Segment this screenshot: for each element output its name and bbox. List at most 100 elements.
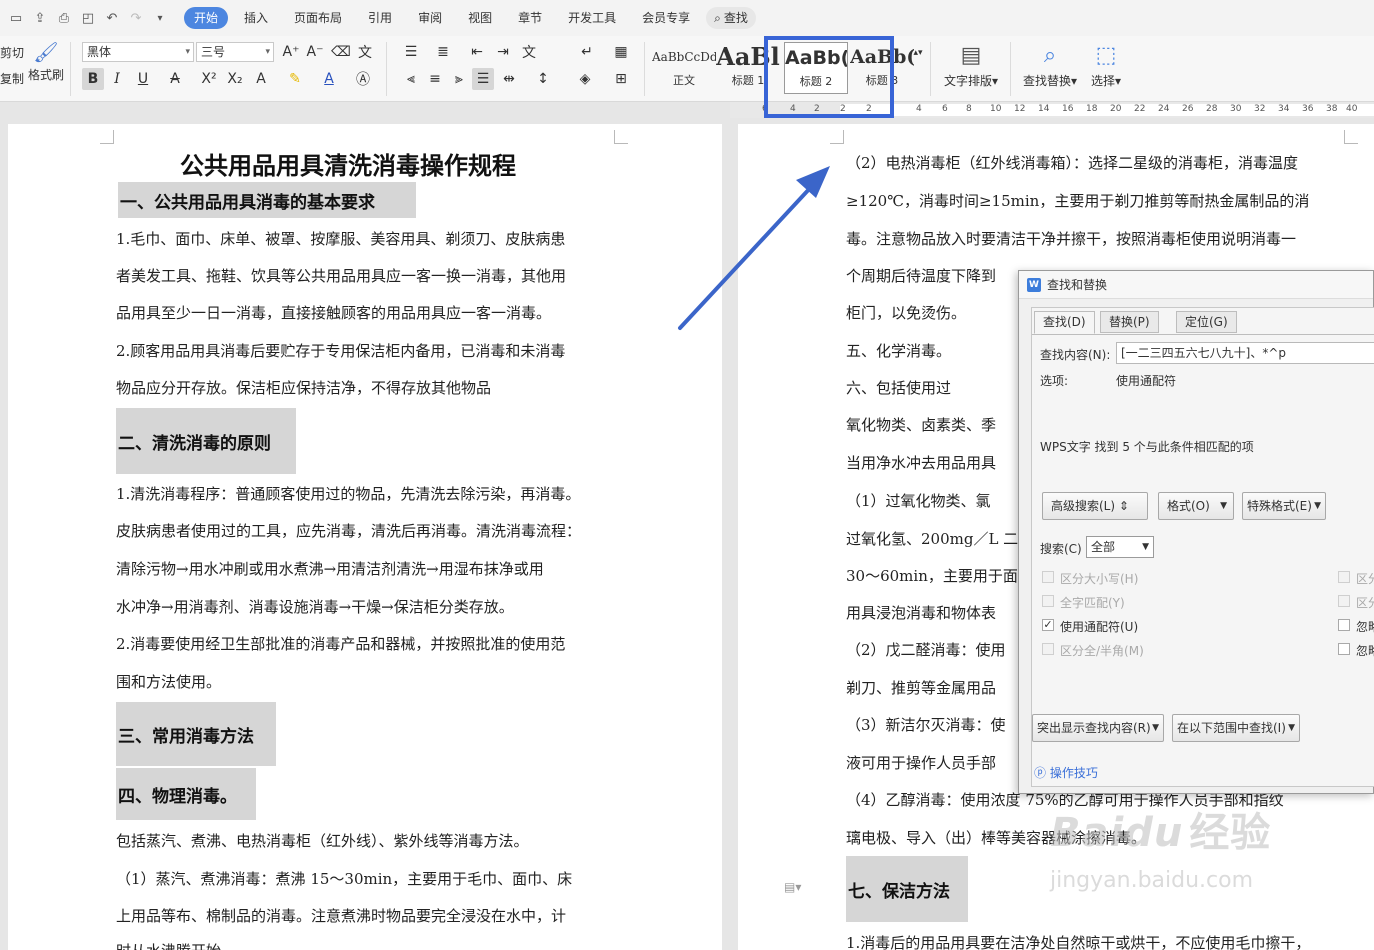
decrease-indent-icon[interactable]: ⇤ xyxy=(466,41,488,63)
tab-goto[interactable]: 定位(G) xyxy=(1176,311,1237,333)
tips-link[interactable]: ⓟ 操作技巧 xyxy=(1034,764,1098,781)
shading-icon[interactable]: ◈ xyxy=(574,68,596,90)
underline-icon[interactable]: U xyxy=(132,68,154,90)
paragraph-line: 柜门，以免烫伤。 xyxy=(846,304,967,322)
superscript-icon[interactable]: X² xyxy=(198,68,220,90)
font-name-select[interactable]: 黑体 xyxy=(82,42,194,62)
print-icon[interactable]: ⎙ xyxy=(56,10,72,26)
tab-chapter[interactable]: 章节 xyxy=(508,7,552,29)
ruler-number: 6 xyxy=(942,104,948,114)
paragraph-line: 当用净水冲去用品用具 xyxy=(846,454,997,472)
checkbox[interactable] xyxy=(1042,571,1054,583)
find-replace-dialog[interactable]: W 查找和替换 查找(D) 替换(P) 定位(G) 查找内容(N): [一二三四… xyxy=(1018,270,1374,794)
paragraph-line: 清除污物→用水冲刷或用水煮沸→用清洁剂清洗→用湿布抹净或用 xyxy=(116,560,544,578)
checkbox[interactable] xyxy=(1338,571,1350,583)
paragraph-line: 1.毛巾、面巾、床单、被罩、按摩服、美容用具、剃须刀、皮肤病患 xyxy=(116,230,566,248)
distribute-icon[interactable]: ⇹ xyxy=(498,68,520,90)
chinese-layout-icon[interactable]: 文 xyxy=(518,41,540,63)
shrink-font-icon[interactable]: A⁻ xyxy=(304,41,326,63)
line-spacing-icon[interactable]: ↕ xyxy=(532,68,554,90)
find-in-button[interactable]: 在以下范围中查找(I) ▼ xyxy=(1172,714,1300,742)
checkbox[interactable] xyxy=(1338,619,1350,631)
italic-icon[interactable]: I xyxy=(106,68,128,90)
checkbox[interactable] xyxy=(1042,643,1054,655)
tab-review[interactable]: 审阅 xyxy=(408,7,452,29)
style-gallery-scroll-icon[interactable]: ▴▾ xyxy=(912,42,924,64)
section-heading: 一、公共用品用具消毒的基本要求 xyxy=(118,182,416,218)
format-button[interactable]: 格式(O) ▼ xyxy=(1158,492,1234,520)
find-replace-button[interactable]: ⌕ 查找替换▾ xyxy=(1016,40,1084,89)
checkbox[interactable] xyxy=(1338,595,1350,607)
tab-replace[interactable]: 替换(P) xyxy=(1100,311,1159,333)
checkbox[interactable] xyxy=(1042,595,1054,607)
search-scope-label: 搜索(C) xyxy=(1040,542,1082,556)
tab-member[interactable]: 会员专享 xyxy=(632,7,700,29)
tab-home[interactable]: 开始 xyxy=(184,7,229,29)
paragraph-line: 30～60min，主要用于面 xyxy=(846,567,1018,585)
tab-developer[interactable]: 开发工具 xyxy=(558,7,626,29)
save-icon[interactable]: ▭ xyxy=(8,10,24,26)
bullet-list-icon[interactable]: ☰ xyxy=(400,41,422,63)
tab-page-layout[interactable]: 页面布局 xyxy=(284,7,352,29)
copy-button[interactable]: 复制 xyxy=(0,70,24,87)
align-left-icon[interactable]: ⫷ xyxy=(400,68,422,90)
style-normal-sample: AaBbCcDd xyxy=(652,50,716,64)
align-center-icon[interactable]: ≡ xyxy=(424,68,446,90)
align-right-icon[interactable]: ⫸ xyxy=(448,68,470,90)
tab-insert[interactable]: 插入 xyxy=(234,7,278,29)
strikethrough-icon[interactable]: A xyxy=(164,68,186,90)
chevron-down-icon: ▼ xyxy=(1142,542,1149,552)
menu-bar: ▭ ⇪ ⎙ ◰ ↶ ↷ ▾ 开始 插入 页面布局 引用 审阅 视图 章节 开发工… xyxy=(0,0,1374,36)
bold-icon[interactable]: B xyxy=(82,68,104,90)
customize-toolbar-icon[interactable]: ▾ xyxy=(152,10,168,26)
highlight-results-label: 突出显示查找内容(R) xyxy=(1037,721,1151,735)
chevron-down-icon: ▼ xyxy=(1220,501,1227,511)
magnifier-icon: ⌕ xyxy=(1043,43,1057,68)
text-layout-button[interactable]: ▤ 文字排版▾ xyxy=(938,40,1004,89)
redo-icon[interactable]: ↷ xyxy=(128,10,144,26)
select-button[interactable]: ⬚ 选择▾ xyxy=(1086,40,1126,89)
tab-find[interactable]: 查找(D) xyxy=(1034,311,1095,334)
document-page-left[interactable]: 公共用品用具清洗消毒操作规程 一、公共用品用具消毒的基本要求 1.毛巾、面巾、床单… xyxy=(8,124,722,950)
table-tools-icon[interactable]: ▦ xyxy=(610,41,632,63)
increase-indent-icon[interactable]: ⇥ xyxy=(492,41,514,63)
show-marks-icon[interactable]: ↵ xyxy=(576,41,598,63)
font-color-icon[interactable]: A xyxy=(318,68,340,90)
subscript-icon[interactable]: X₂ xyxy=(224,68,246,90)
cut-button[interactable]: 剪切 xyxy=(0,44,24,61)
style-normal[interactable]: AaBbCcDd 正文 xyxy=(652,42,716,94)
find-what-label: 查找内容(N): xyxy=(1040,348,1111,362)
print-preview-icon[interactable]: ◰ xyxy=(80,10,96,26)
chevron-down-icon: ▼ xyxy=(1288,723,1295,733)
highlight-results-button[interactable]: 突出显示查找内容(R) ▼ xyxy=(1032,714,1164,742)
tab-references[interactable]: 引用 xyxy=(358,7,402,29)
export-icon[interactable]: ⇪ xyxy=(32,10,48,26)
paragraph-line: 2.消毒要使用经卫生部批准的消毒产品和器械，并按照批准的使用范 xyxy=(116,635,566,653)
dialog-titlebar[interactable]: W 查找和替换 xyxy=(1019,271,1373,299)
search-tab[interactable]: ⌕ 查找 xyxy=(706,7,756,29)
find-what-input[interactable]: [一二三四五六七八九十]、*^p xyxy=(1116,342,1374,364)
paragraph-line: 皮肤病患者使用过的工具，应先消毒，清洗后再消毒。清洗消毒流程： xyxy=(116,522,582,540)
numbered-list-icon[interactable]: ≣ xyxy=(432,41,454,63)
undo-icon[interactable]: ↶ xyxy=(104,10,120,26)
format-painter-button[interactable]: 🖌 格式刷 xyxy=(28,40,64,83)
search-scope-select[interactable]: 全部 ▼ xyxy=(1086,536,1154,558)
font-size-select[interactable]: 三号 xyxy=(196,42,274,62)
text-effect-icon[interactable]: A xyxy=(250,68,272,90)
checkbox[interactable] xyxy=(1338,643,1350,655)
grow-font-icon[interactable]: A⁺ xyxy=(280,41,302,63)
pinyin-icon[interactable]: 文 xyxy=(354,41,376,63)
clear-format-icon[interactable]: ⌫ xyxy=(330,41,352,63)
paragraph-line: （3）新洁尔灭消毒：使 xyxy=(846,716,1006,734)
page-options-icon[interactable]: ▤▾ xyxy=(784,880,801,894)
tab-view[interactable]: 视图 xyxy=(458,7,502,29)
checkbox[interactable]: ✓ xyxy=(1042,619,1054,631)
borders-icon[interactable]: ⊞ xyxy=(610,68,632,90)
char-border-icon[interactable]: Ⓐ xyxy=(352,68,374,90)
paragraph-line: 五、化学消毒。 xyxy=(846,342,952,360)
justify-icon[interactable]: ☰ xyxy=(472,68,494,90)
special-format-button[interactable]: 特殊格式(E) ▼ xyxy=(1242,492,1326,520)
paragraph-line: 氧化物类、卤素类、季 xyxy=(846,416,997,434)
highlight-color-icon[interactable]: ✎ xyxy=(284,68,306,90)
advanced-search-button[interactable]: 高级搜索(L) ⇕ xyxy=(1042,492,1148,520)
